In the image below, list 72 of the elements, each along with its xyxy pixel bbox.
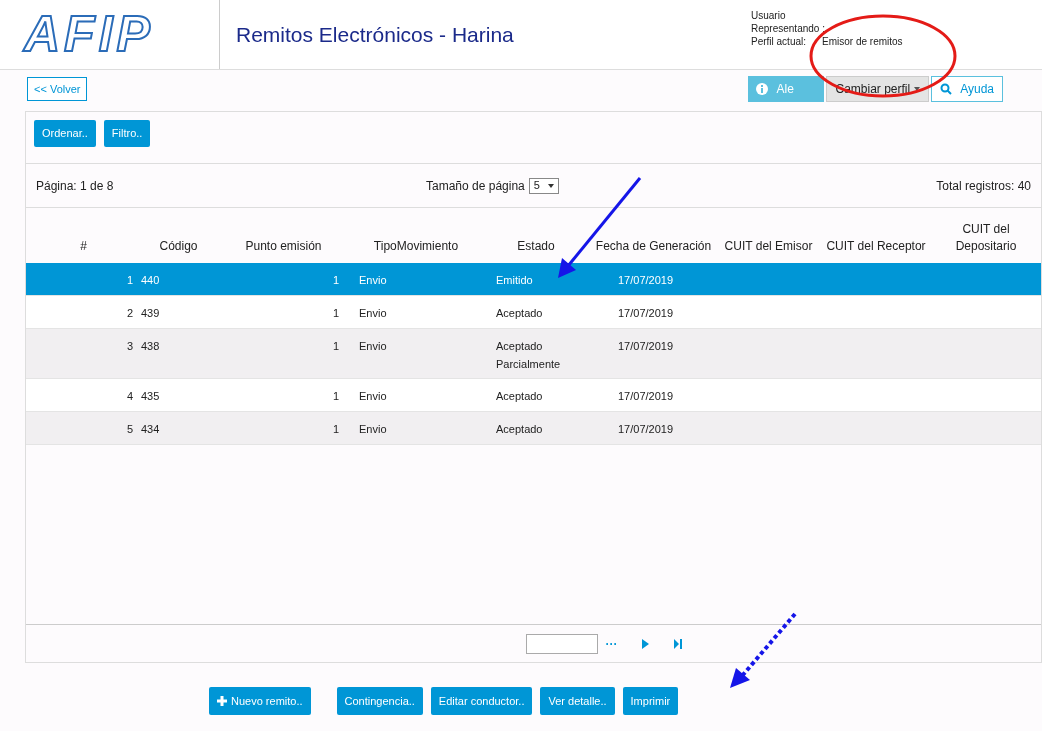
table-cell-text: 1 <box>331 422 340 437</box>
column-header: Estado <box>516 238 556 255</box>
next-page-icon[interactable] <box>641 638 650 649</box>
action-button[interactable]: Ver detalle.. <box>540 687 615 715</box>
table-cell-text: 1 <box>331 306 340 321</box>
table-cell-text: 435 <box>141 389 161 404</box>
table-cell-text: 1 <box>125 273 134 288</box>
table-cell-text: 17/07/2019 <box>617 389 675 404</box>
column-header: # <box>79 238 88 255</box>
table-cell-text: Aceptado <box>495 422 544 437</box>
column-header: Punto emisión <box>244 238 323 255</box>
page-size-select[interactable]: 5 <box>528 177 559 194</box>
table-cell-text: Aceptado <box>495 389 544 404</box>
representing-label: Representando : <box>751 22 826 35</box>
table-cell-text: 17/07/2019 <box>617 422 675 437</box>
table-cell-text: Envio <box>358 273 388 288</box>
page-size-label: Tamaño de página <box>426 177 525 195</box>
table-cell-text: Emitido <box>495 273 534 288</box>
table-cell-text: 3 <box>125 339 134 354</box>
help-button[interactable]: Ayuda <box>931 76 1003 102</box>
table-cell-text: Aceptado Parcialmente <box>495 339 561 372</box>
table-cell-text: Envio <box>358 389 388 404</box>
table-cell-text: Aceptado <box>495 306 544 321</box>
table-cell-text: 17/07/2019 <box>617 273 675 288</box>
total-records: Total registros: 40 <box>936 177 1031 195</box>
action-button[interactable]: Editar conductor.. <box>430 687 533 715</box>
caret-icon <box>914 87 921 91</box>
table-cell-text: 17/07/2019 <box>617 306 675 321</box>
caret-icon <box>547 183 554 188</box>
table-cell-text: 440 <box>141 273 161 288</box>
profile-label: Perfil actual: <box>751 35 807 48</box>
plus-icon <box>217 696 227 706</box>
table-cell-text: Envio <box>358 422 388 437</box>
table-row[interactable]: 5 434 1 Envio Aceptado 17/07/2019 <box>26 412 1041 445</box>
toolbar-button[interactable]: Filtro.. <box>103 120 151 147</box>
column-header: CUIT del Depositario <box>954 221 1018 255</box>
table-cell-text: Envio <box>358 339 388 354</box>
table-cell-text: 1 <box>331 273 340 288</box>
more-pages-link[interactable]: ··· <box>605 634 618 653</box>
action-button[interactable]: Imprimir <box>622 687 679 715</box>
column-header: CUIT del Receptor <box>825 238 927 255</box>
toolbar-button[interactable]: Ordenar.. <box>34 120 96 147</box>
table-cell-text: 4 <box>125 389 134 404</box>
last-page-icon[interactable] <box>673 638 682 649</box>
table-row[interactable]: 2 439 1 Envio Aceptado 17/07/2019 <box>26 296 1041 329</box>
table-cell-text: 17/07/2019 <box>617 339 675 354</box>
table-cell-text: 1 <box>331 339 340 354</box>
alerts-button[interactable]: Ale <box>748 76 825 102</box>
table-cell-text: 438 <box>141 339 161 354</box>
column-header: Fecha de Generación <box>594 238 713 255</box>
table-cell-text: 1 <box>331 389 340 404</box>
table-row[interactable]: 4 435 1 Envio Aceptado 17/07/2019 <box>26 379 1041 412</box>
back-button[interactable]: << Volver <box>27 77 88 101</box>
table-row[interactable]: 3 438 1 Envio Aceptado Parcialmente 17/07/2019 <box>26 329 1041 379</box>
profile-value: Emisor de remitos <box>822 35 903 48</box>
app-title: Remitos Electrónicos - Harina <box>236 21 515 48</box>
column-header: TipoMovimiento <box>372 238 460 255</box>
info-icon <box>756 83 769 95</box>
page-input[interactable] <box>525 633 598 654</box>
user-label: Usuario <box>751 9 787 22</box>
table-cell-text: 434 <box>141 422 161 437</box>
action-button[interactable]: Contingencia.. <box>336 687 423 715</box>
column-header: CUIT del Emisor <box>723 238 814 255</box>
action-button[interactable]: Nuevo remito.. <box>209 687 311 715</box>
table-cell-text: 439 <box>141 306 161 321</box>
column-header: Código <box>158 238 199 255</box>
table-cell-text: Envio <box>358 306 388 321</box>
page-indicator: Página: 1 de 8 <box>36 177 115 195</box>
table-row[interactable]: 1 440 1 Envio Emitido 17/07/2019 <box>26 263 1041 296</box>
table-cell-text: 5 <box>125 422 134 437</box>
table-cell-text: 2 <box>125 306 134 321</box>
search-icon <box>940 83 953 95</box>
